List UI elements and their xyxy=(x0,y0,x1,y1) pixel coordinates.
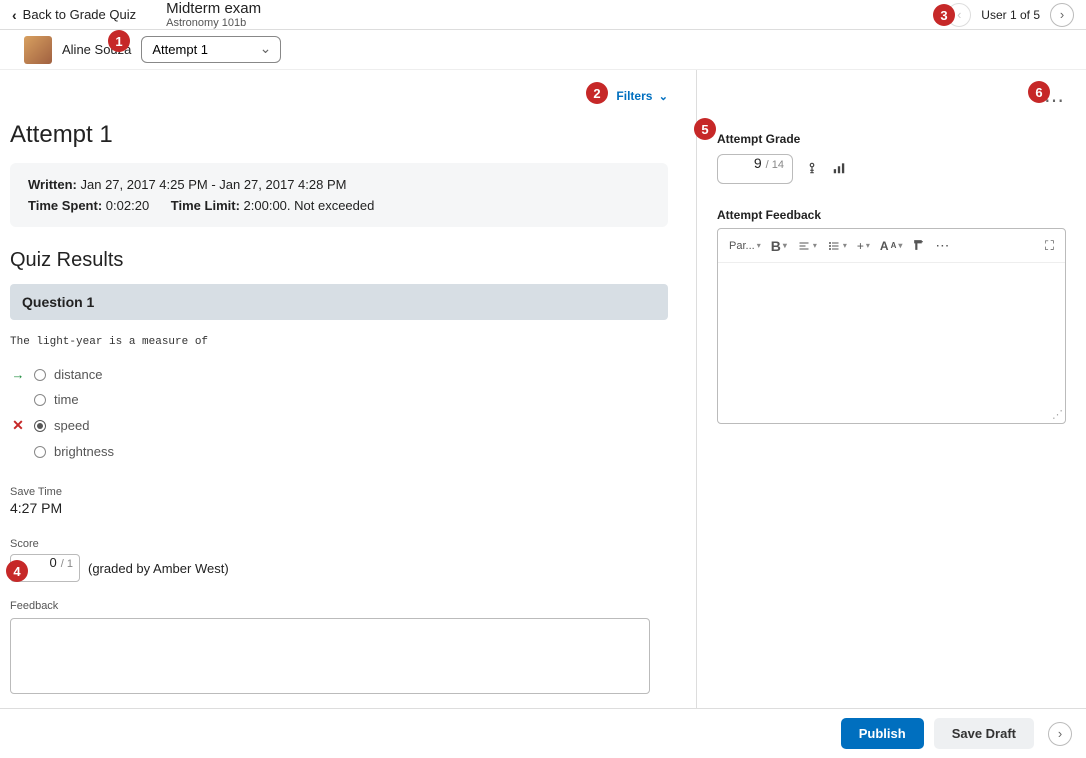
font-button[interactable]: AA ▾ xyxy=(877,237,905,255)
attempt-meta: Written: Jan 27, 2017 4:25 PM - Jan 27, … xyxy=(10,163,668,227)
bold-button[interactable]: B ▾ xyxy=(768,236,790,256)
left-panel: Filters ⌄ Attempt 1 Written: Jan 27, 201… xyxy=(0,70,696,708)
back-to-grade-quiz-link[interactable]: ‹ Back to Grade Quiz xyxy=(12,7,136,23)
chevron-left-icon: ‹ xyxy=(12,7,17,23)
insert-button[interactable]: + ▾ xyxy=(854,237,873,255)
option-label: time xyxy=(54,392,79,407)
resize-handle-icon[interactable]: ⋰ xyxy=(1052,408,1063,421)
format-painter-button[interactable] xyxy=(909,237,928,254)
radio-filled-icon xyxy=(34,420,46,432)
publish-button[interactable]: Publish xyxy=(841,718,924,749)
feedback-label: Feedback xyxy=(10,600,668,612)
option-row: time xyxy=(10,387,668,412)
option-label: distance xyxy=(54,367,102,382)
top-bar: ‹ Back to Grade Quiz Midterm exam Astron… xyxy=(0,0,1086,30)
right-panel: ⋯ Attempt Grade 9 / 14 Attempt Feedback … xyxy=(696,70,1086,708)
radio-icon xyxy=(34,369,46,381)
footer: Publish Save Draft › xyxy=(0,708,1086,758)
save-draft-button[interactable]: Save Draft xyxy=(934,718,1034,749)
chevron-down-icon: ⌄ xyxy=(659,91,668,103)
feedback-editor: Par... ▾ B ▾ ▾ ▾ + ▾ AA ▾ ⋯ ⛶ ⋰ xyxy=(717,228,1066,424)
arrow-correct-icon: → xyxy=(10,367,26,382)
annotation-badge: 6 xyxy=(1028,81,1050,103)
next-user-button[interactable]: › xyxy=(1050,3,1074,27)
attempt-feedback-label: Attempt Feedback xyxy=(717,208,1066,222)
option-row: ✕ speed xyxy=(10,412,668,439)
feedback-textarea[interactable]: ⋰ xyxy=(718,263,1065,423)
avatar xyxy=(24,36,52,64)
results-heading: Quiz Results xyxy=(10,249,668,272)
save-time-label: Save Time xyxy=(10,486,668,498)
key-icon[interactable] xyxy=(805,161,819,178)
radio-icon xyxy=(34,394,46,406)
x-wrong-icon: ✕ xyxy=(10,417,26,434)
list-button[interactable]: ▾ xyxy=(824,238,850,254)
attempt-grade-label: Attempt Grade xyxy=(717,132,1066,146)
filters-toggle[interactable]: Filters ⌄ xyxy=(616,89,668,103)
attempt-grade-input[interactable]: 9 / 14 xyxy=(717,154,793,184)
stats-icon[interactable] xyxy=(831,161,847,178)
radio-icon xyxy=(34,446,46,458)
next-button[interactable]: › xyxy=(1048,722,1072,746)
back-label: Back to Grade Quiz xyxy=(23,7,136,22)
annotation-badge: 2 xyxy=(586,82,608,104)
toolbar-more-button[interactable]: ⋯ xyxy=(932,235,953,256)
attempt-heading: Attempt 1 xyxy=(10,121,668,149)
annotation-badge: 3 xyxy=(933,4,955,26)
attempt-select[interactable]: Attempt 1 xyxy=(141,36,281,63)
score-label: Score xyxy=(10,538,668,550)
annotation-badge: 4 xyxy=(6,560,28,582)
user-counter: User 1 of 5 xyxy=(981,8,1040,22)
question-feedback-input[interactable] xyxy=(10,618,650,694)
annotation-badge: 5 xyxy=(694,118,716,140)
align-button[interactable]: ▾ xyxy=(794,238,820,254)
quiz-title-block: Midterm exam Astronomy 101b xyxy=(166,0,261,29)
fullscreen-button[interactable]: ⛶ xyxy=(1042,236,1057,256)
user-row: Aline Souza Attempt 1 xyxy=(0,30,1086,70)
option-row: brightness xyxy=(10,439,668,464)
option-row: → distance xyxy=(10,362,668,387)
save-time-value: 4:27 PM xyxy=(10,500,668,516)
editor-toolbar: Par... ▾ B ▾ ▾ ▾ + ▾ AA ▾ ⋯ ⛶ xyxy=(718,229,1065,263)
graded-by: (graded by Amber West) xyxy=(88,561,229,576)
course-name: Astronomy 101b xyxy=(166,17,261,29)
question-header: Question 1 xyxy=(10,284,668,320)
option-label: speed xyxy=(54,418,89,433)
paragraph-dropdown[interactable]: Par... ▾ xyxy=(726,238,764,254)
annotation-badge: 1 xyxy=(108,30,130,52)
quiz-title: Midterm exam xyxy=(166,0,261,17)
question-text: The light-year is a measure of xyxy=(10,336,668,348)
option-label: brightness xyxy=(54,444,114,459)
